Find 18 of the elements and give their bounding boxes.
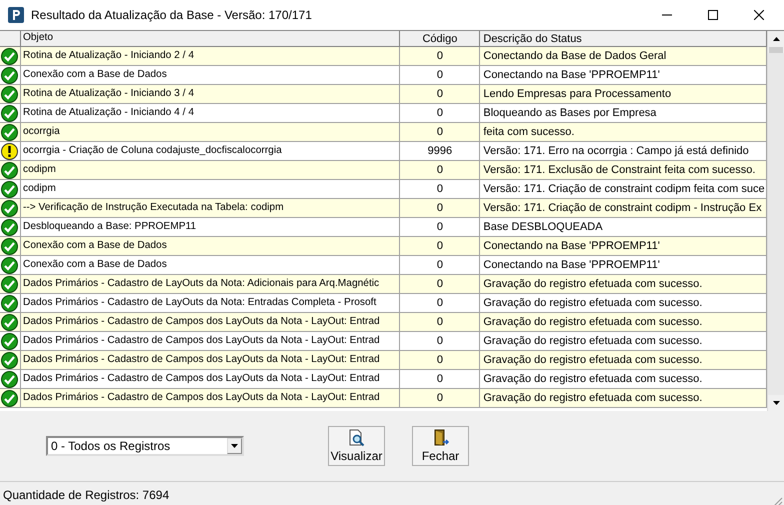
table-cell: 0 [400, 389, 480, 408]
table-cell: Gravação do registro efetuada com sucesso. [480, 389, 767, 408]
scroll-down-icon[interactable] [772, 401, 780, 405]
scroll-thumb[interactable] [769, 47, 783, 53]
window-title: Resultado da Atualização da Base - Versão: 170/171 [31, 8, 312, 22]
record-count: Quantidade de Registros: 7694 [3, 488, 170, 502]
caret-icon[interactable] [231, 444, 238, 448]
document-search-icon [348, 429, 366, 447]
maximize-icon[interactable] [708, 10, 718, 20]
app-logo-icon [8, 7, 24, 23]
scroll-up-icon[interactable] [772, 37, 780, 41]
filter-dropdown[interactable]: 0 - Todos os Registros [46, 436, 244, 456]
close-icon[interactable] [754, 10, 764, 20]
scrollbar[interactable] [767, 31, 784, 411]
table-cell: Dados Primários - Cadastro de Campos dos LayOuts da Nota - LayOut: Entrad [20, 389, 400, 408]
toolbar-button[interactable]: Visualizar [328, 426, 385, 466]
toolbar-button[interactable]: Fechar [412, 426, 469, 466]
door-exit-icon [432, 429, 450, 447]
